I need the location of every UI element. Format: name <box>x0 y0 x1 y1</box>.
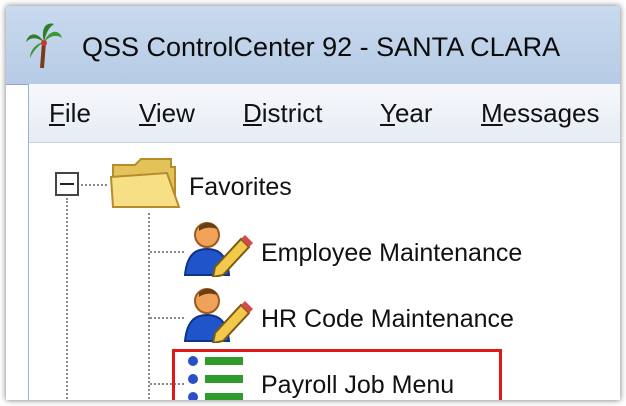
collapse-toggle[interactable] <box>55 172 79 196</box>
menu-district-rest: istrict <box>261 98 323 128</box>
menu-year-accel: Y <box>380 98 395 128</box>
highlight-box <box>172 349 502 400</box>
tree-node-favorites[interactable]: Favorites <box>189 173 292 202</box>
title-bar[interactable]: QSS ControlCenter 92 - SANTA CLARA <box>6 6 620 85</box>
menu-messages[interactable]: Messages <box>481 98 600 129</box>
tree-connector-item-1 <box>150 251 184 253</box>
menu-view-rest: iew <box>155 98 195 128</box>
menu-messages-rest: essages <box>502 98 600 128</box>
tree-connector-children <box>148 213 150 400</box>
menu-file[interactable]: File <box>49 98 91 129</box>
menu-file-accel: F <box>49 98 65 128</box>
window-title: QSS ControlCenter 92 - SANTA CLARA <box>82 32 561 62</box>
menu-bar: File View District Year Messages <box>28 84 620 143</box>
menu-year-rest: ear <box>394 98 433 128</box>
menu-district[interactable]: District <box>243 98 322 129</box>
menu-view-accel: V <box>139 98 156 128</box>
menu-file-rest: ile <box>64 98 91 128</box>
tree-item-employee-maintenance[interactable]: Employee Maintenance <box>261 239 522 268</box>
application-window: QSS ControlCenter 92 - SANTA CLARA File … <box>6 6 620 400</box>
user-edit-icon <box>183 222 253 277</box>
favorites-tree: Favorites Employee Maintenance HR Code M… <box>28 143 620 400</box>
tree-connector-root-h <box>81 184 107 186</box>
tree-connector-item-2 <box>150 317 184 319</box>
folder-icon <box>109 158 181 208</box>
menu-district-accel: D <box>243 98 262 128</box>
tree-item-hr-code-maintenance[interactable]: HR Code Maintenance <box>261 305 514 334</box>
palm-tree-app-icon <box>26 23 62 69</box>
user-edit-icon <box>183 288 253 343</box>
menu-view[interactable]: View <box>139 98 195 129</box>
menu-year[interactable]: Year <box>380 98 433 129</box>
menu-messages-accel: M <box>481 98 503 128</box>
tree-connector-root <box>66 198 68 400</box>
